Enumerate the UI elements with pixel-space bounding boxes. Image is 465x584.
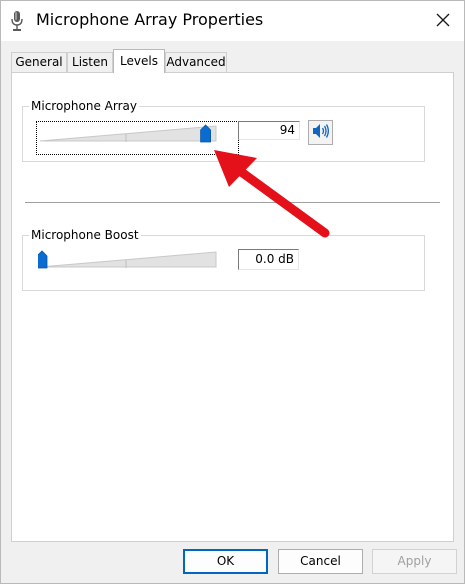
microphone-boost-slider[interactable] bbox=[38, 248, 238, 278]
close-icon bbox=[436, 12, 450, 31]
close-button[interactable] bbox=[425, 3, 461, 39]
microphone-icon bbox=[10, 10, 24, 32]
microphone-boost-group: Microphone Boost 0.0 dB bbox=[22, 227, 425, 291]
microphone-array-value[interactable]: 94 bbox=[238, 121, 300, 140]
section-divider bbox=[25, 202, 440, 203]
microphone-boost-label: Microphone Boost bbox=[29, 227, 141, 243]
title-bar: Microphone Array Properties bbox=[1, 1, 464, 41]
tab-general[interactable]: General bbox=[11, 52, 67, 72]
levels-panel: Microphone Array 94 Microphone Boost 0.0… bbox=[11, 72, 454, 542]
microphone-array-slider[interactable] bbox=[38, 122, 238, 152]
ok-button[interactable]: OK bbox=[183, 549, 268, 574]
mute-toggle-button[interactable] bbox=[308, 120, 333, 145]
cancel-button[interactable]: Cancel bbox=[278, 549, 363, 574]
microphone-array-label: Microphone Array bbox=[29, 98, 139, 114]
microphone-array-group: Microphone Array 94 bbox=[22, 98, 425, 162]
properties-dialog: Microphone Array Properties General List… bbox=[0, 0, 465, 584]
window-title: Microphone Array Properties bbox=[36, 10, 264, 29]
tab-listen[interactable]: Listen bbox=[67, 52, 113, 72]
speaker-volume-icon bbox=[312, 123, 330, 143]
tab-advanced[interactable]: Advanced bbox=[165, 52, 227, 72]
tab-levels[interactable]: Levels bbox=[113, 49, 165, 73]
microphone-boost-slider-thumb[interactable] bbox=[38, 250, 48, 269]
apply-button[interactable]: Apply bbox=[372, 549, 457, 574]
microphone-boost-value[interactable]: 0.0 dB bbox=[238, 249, 299, 270]
